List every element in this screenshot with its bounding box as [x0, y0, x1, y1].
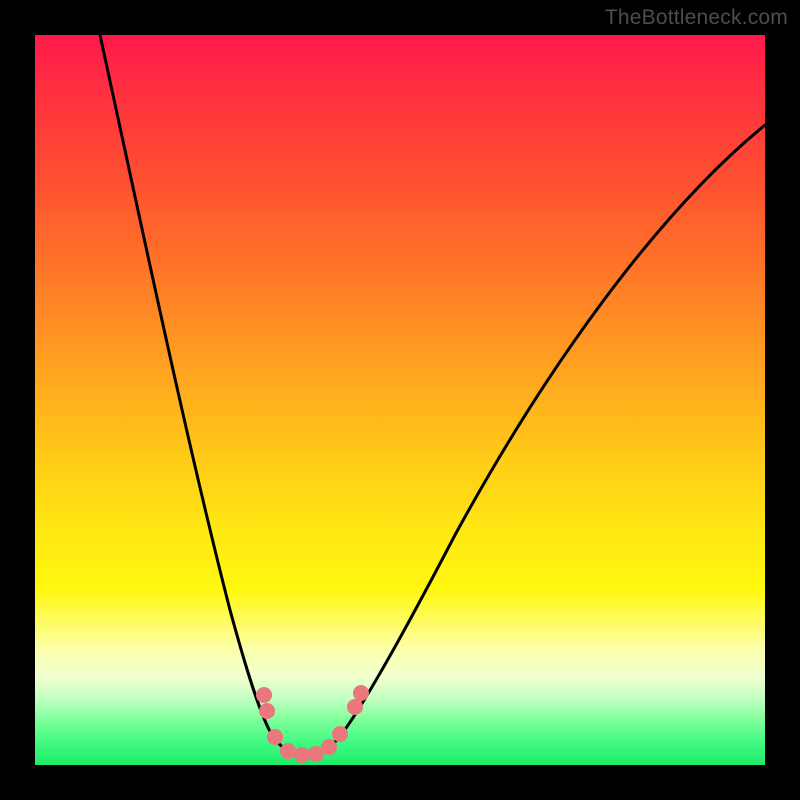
marker-left-lower: [267, 729, 283, 745]
marker-bottom-2: [294, 747, 310, 763]
watermark-text: TheBottleneck.com: [605, 6, 788, 30]
bottleneck-curve: [100, 35, 765, 755]
marker-left-upper: [256, 687, 272, 703]
marker-left-upper2: [259, 703, 275, 719]
marker-group: [256, 685, 369, 763]
marker-right-upper2: [347, 699, 363, 715]
marker-bottom-4: [321, 739, 337, 755]
marker-right-upper: [353, 685, 369, 701]
chart-plot: [35, 35, 765, 765]
marker-right-lower: [332, 726, 348, 742]
chart-frame: TheBottleneck.com: [0, 0, 800, 800]
marker-bottom-1: [280, 743, 296, 759]
